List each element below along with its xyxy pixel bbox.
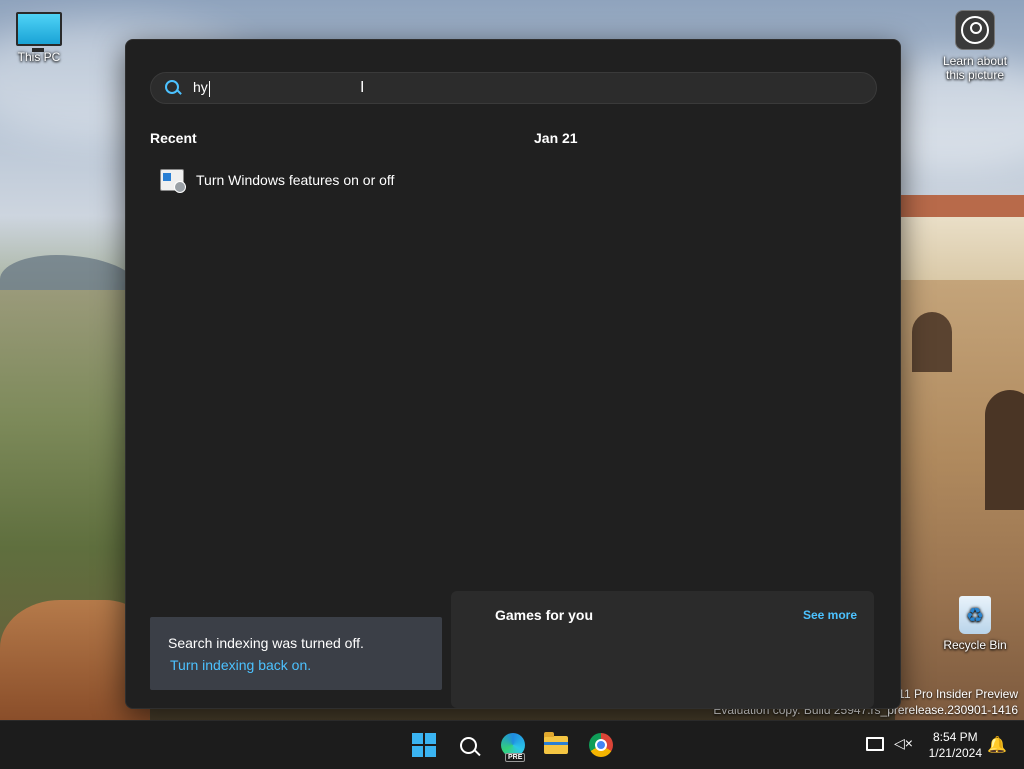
search-button[interactable] — [452, 729, 484, 761]
windows-logo-icon — [412, 733, 436, 757]
windows-features-icon — [160, 169, 186, 193]
desktop-icon-recycle-bin[interactable]: ♻ Recycle Bin — [940, 596, 1010, 652]
start-button[interactable] — [408, 729, 440, 761]
recent-item-label: Turn Windows features on or off — [196, 172, 395, 188]
edge-pre-badge: PRE — [505, 753, 526, 762]
desktop-icon-label: This PC — [17, 50, 61, 64]
wallpaper-arch — [985, 390, 1024, 510]
games-heading: Games for you — [495, 607, 594, 623]
clock-date: 1/21/2024 — [928, 746, 982, 760]
recent-item-windows-features[interactable]: Turn Windows features on or off — [150, 164, 480, 196]
taskbar: PRE ◁× 8:54 PM 1/21/2024 🔔 — [0, 720, 1024, 769]
recent-heading: Recent — [150, 130, 197, 146]
turn-indexing-on-link[interactable]: Turn indexing back on. — [170, 657, 311, 673]
date-heading: Jan 21 — [534, 130, 578, 146]
chrome-button[interactable] — [585, 729, 617, 761]
monitor-icon — [16, 12, 62, 52]
text-caret — [208, 80, 210, 97]
games-for-you-card: Games for you See more — [451, 591, 874, 708]
clock[interactable]: 8:54 PM 1/21/2024 — [929, 729, 982, 761]
clock-time: 8:54 PM — [932, 730, 978, 744]
recycle-bin-icon: ♻ — [959, 596, 991, 634]
folder-icon — [544, 732, 568, 754]
volume-muted-icon[interactable]: ◁× — [894, 735, 914, 755]
search-icon — [460, 737, 477, 754]
search-input[interactable]: hy — [193, 79, 210, 97]
indexing-notice: Search indexing was turned off. Turn ind… — [150, 617, 442, 690]
desktop-icon-learn-about-picture[interactable]: Learn about this picture — [938, 10, 1012, 82]
edge-beta-button[interactable]: PRE — [497, 729, 529, 762]
network-icon[interactable] — [866, 737, 884, 751]
desktop-icon-label: Learn about this picture — [942, 54, 1008, 82]
camera-info-icon — [955, 10, 995, 50]
desktop-icon-this-pc[interactable]: This PC — [8, 10, 70, 64]
wallpaper-roof — [895, 195, 1024, 217]
wallpaper-arch — [912, 312, 952, 372]
desktop-icon-label: Recycle Bin — [943, 638, 1007, 652]
see-more-link[interactable]: See more — [803, 608, 857, 622]
indexing-message: Search indexing was turned off. — [168, 635, 364, 651]
notification-bell-icon[interactable]: 🔔 — [987, 735, 1007, 755]
search-panel: hy I Recent Jan 21 Turn Windows features… — [125, 39, 901, 709]
ibeam-cursor-icon: I — [360, 79, 365, 96]
search-icon — [165, 80, 181, 96]
file-explorer-button[interactable] — [540, 729, 572, 761]
search-query: hy — [193, 79, 208, 96]
chrome-icon — [589, 733, 613, 757]
edge-icon: PRE — [501, 733, 526, 762]
search-box[interactable]: hy — [150, 72, 877, 104]
